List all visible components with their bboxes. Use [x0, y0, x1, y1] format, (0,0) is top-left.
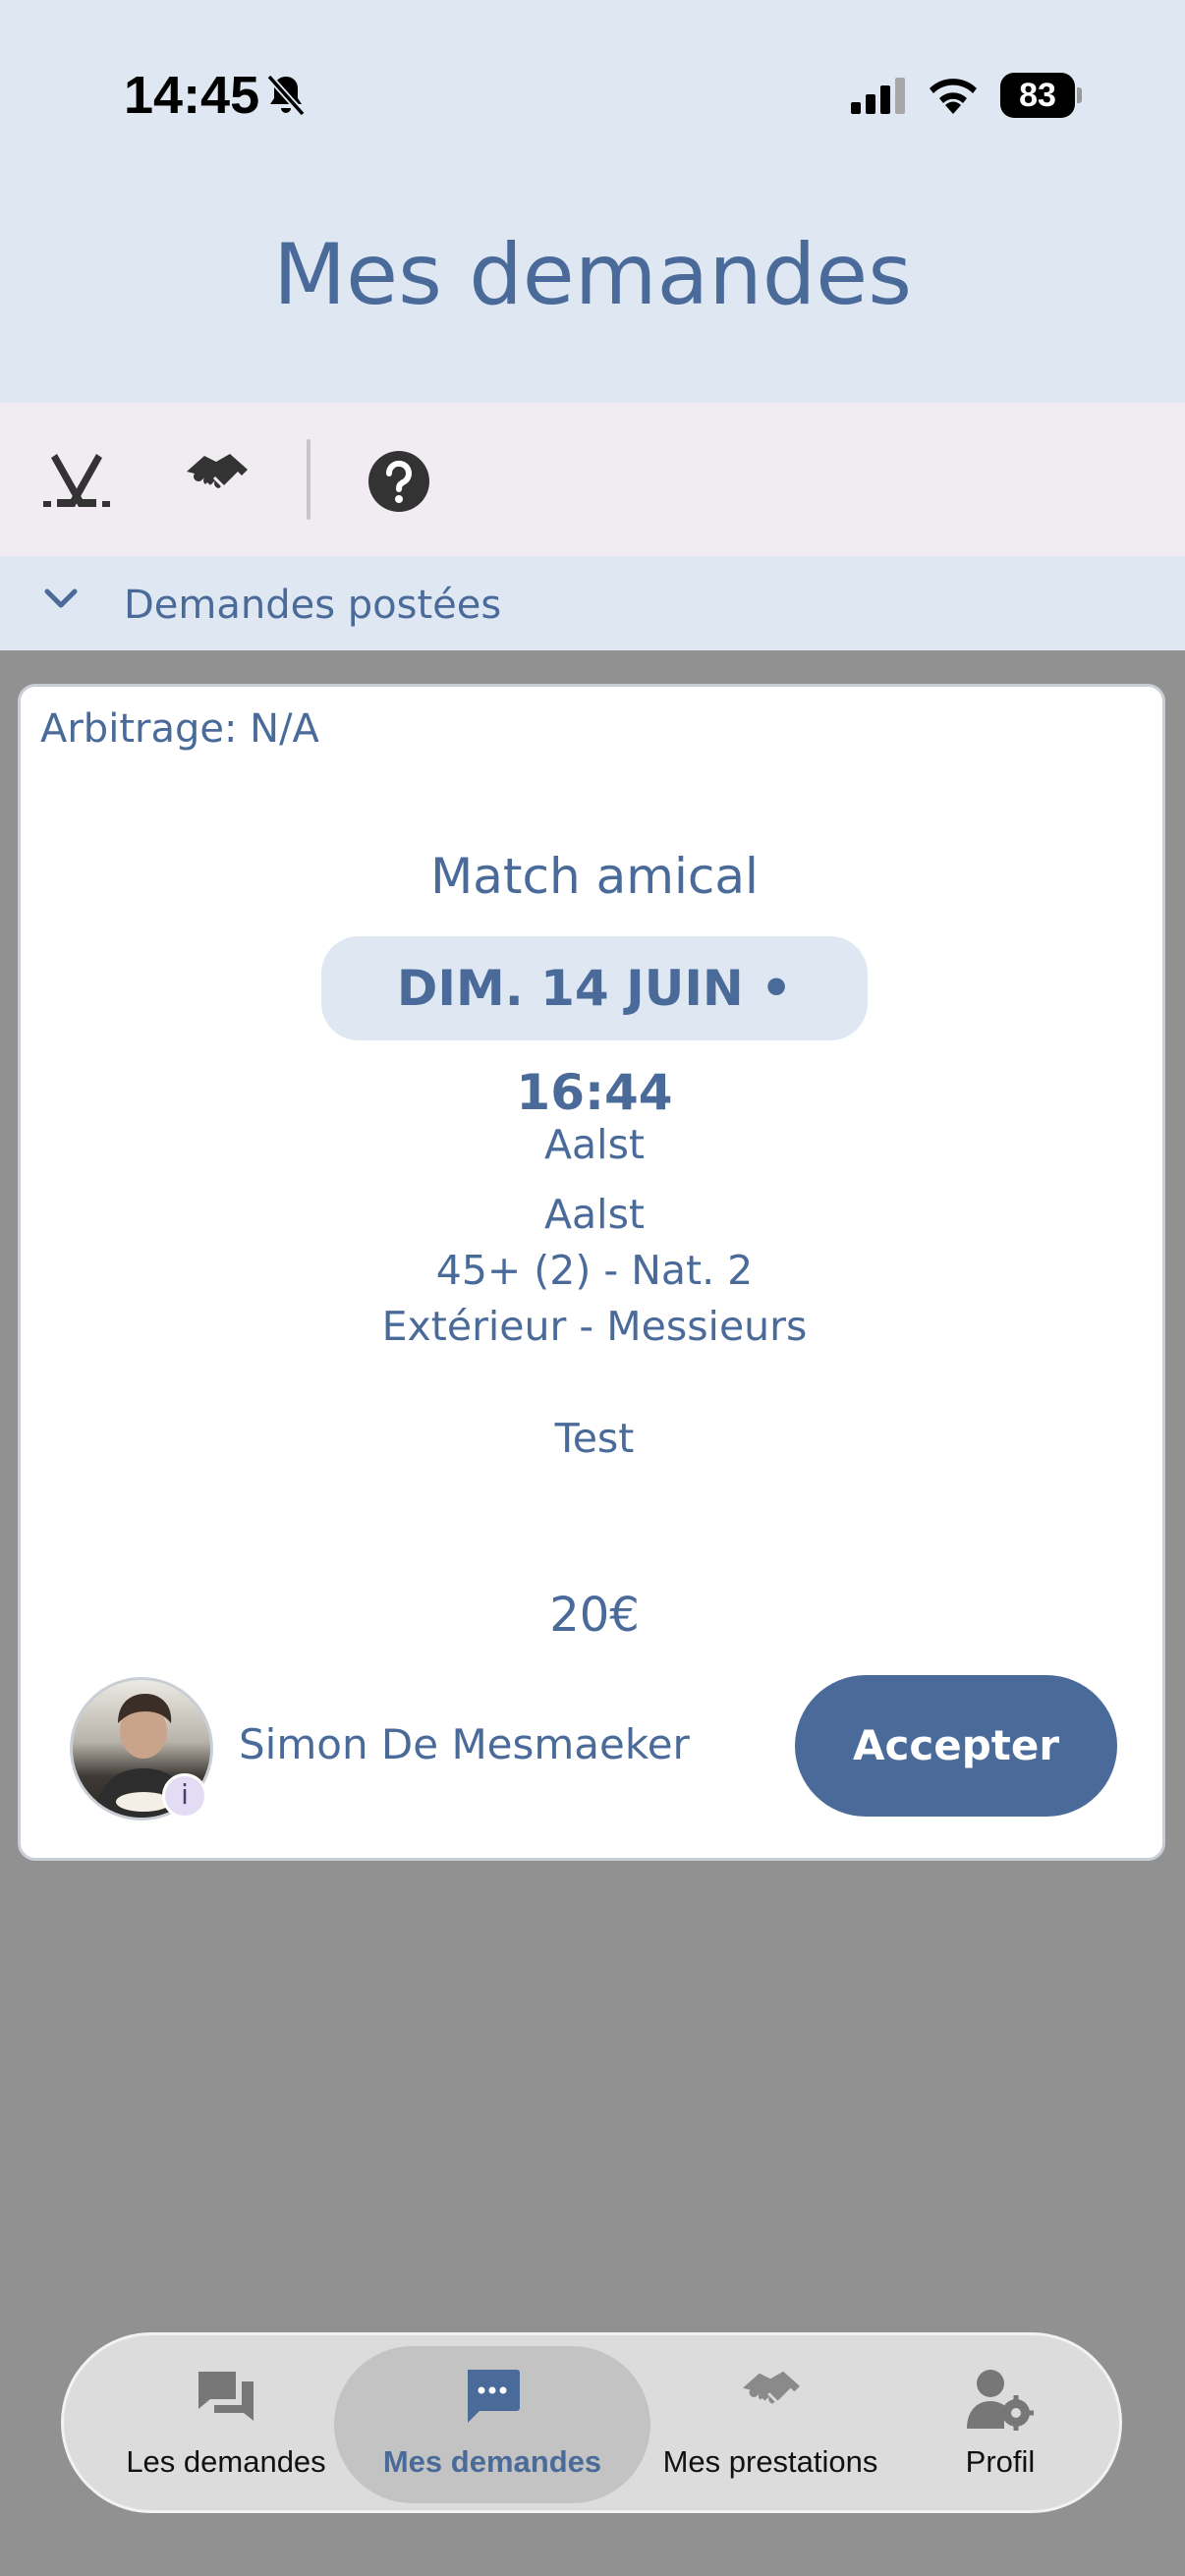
request-card: Arbitrage: N/A Match amical DIM. 14 JUIN…: [18, 684, 1165, 1861]
toolbar-divider: [307, 439, 310, 520]
nav-item-profil[interactable]: Profil: [931, 2444, 1069, 2480]
cellular-signal-icon: [851, 78, 905, 114]
note: Test: [554, 1415, 635, 1462]
date-time-badge: DIM. 14 JUIN • 16:44: [321, 936, 868, 1121]
user-name: Simon De Mesmaeker: [239, 1720, 690, 1768]
chevron-down-icon[interactable]: [43, 586, 79, 613]
help-icon[interactable]: [367, 450, 430, 513]
bell-off-icon: [266, 74, 306, 117]
match-type: Match amical: [430, 848, 759, 905]
chat-dots-icon[interactable]: [464, 2368, 521, 2425]
hockey-sticks-icon[interactable]: [43, 450, 110, 511]
page-title: Mes demandes: [272, 226, 913, 324]
app-header: [0, 0, 1185, 403]
handshake-nav-icon[interactable]: [741, 2368, 802, 2425]
location: Aalst: [544, 1121, 645, 1168]
avatar-info-badge[interactable]: i: [162, 1773, 207, 1819]
chat-bubbles-icon[interactable]: [197, 2368, 255, 2425]
category: 45+ (2) - Nat. 2: [435, 1247, 754, 1294]
status-time: 14:45: [124, 66, 260, 125]
toolbar: [0, 403, 1185, 556]
user-settings-icon[interactable]: [967, 2368, 1034, 2433]
price: 20€: [549, 1588, 640, 1643]
battery-level: 83: [1000, 73, 1075, 118]
accept-button[interactable]: Accepter: [795, 1675, 1117, 1817]
venue-gender: Extérieur - Messieurs: [381, 1303, 808, 1350]
nav-item-les-demandes[interactable]: Les demandes: [110, 2444, 342, 2480]
battery-icon: 83: [1000, 73, 1082, 118]
section-label[interactable]: Demandes postées: [124, 583, 501, 628]
nav-item-mes-demandes[interactable]: Mes demandes: [364, 2444, 621, 2480]
arbitrage-label: Arbitrage: N/A: [40, 706, 319, 752]
wifi-icon: [930, 79, 977, 114]
nav-item-mes-prestations[interactable]: Mes prestations: [645, 2444, 896, 2480]
handshake-icon[interactable]: [185, 450, 250, 511]
team-name: Aalst: [544, 1191, 645, 1238]
